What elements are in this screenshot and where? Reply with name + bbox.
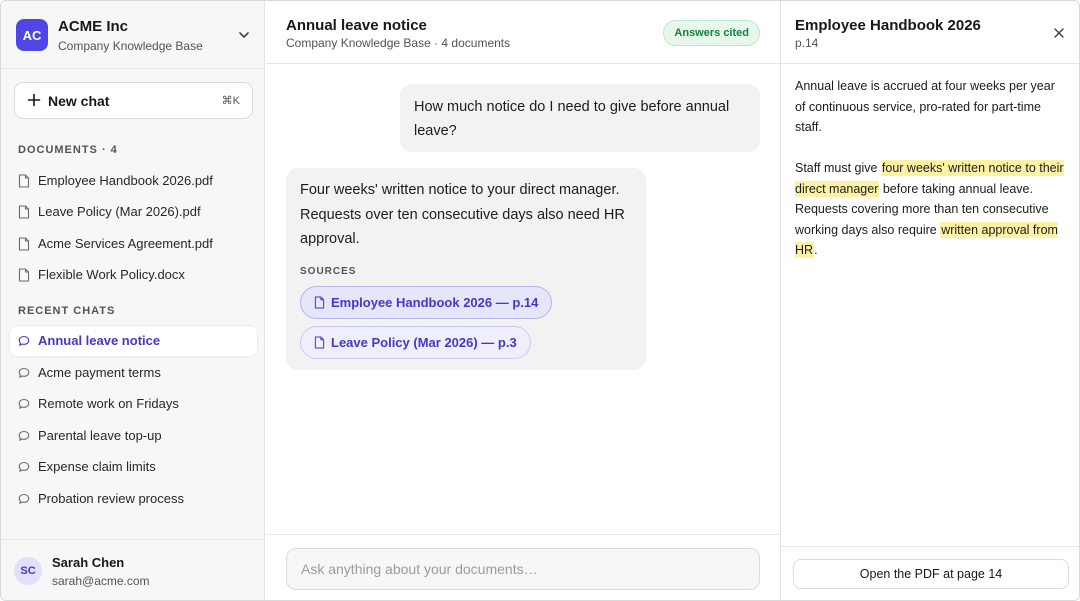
sidebar: AC ACME Inc Company Knowledge Base New c… [1,1,265,600]
chat-bubble-icon [18,461,30,472]
panel-footer: Open the PDF at page 14 [781,546,1079,600]
document-item[interactable]: Flexible Work Policy.docx [10,260,257,290]
excerpt-paragraph-highlighted: Staff must give four weeks' written noti… [795,158,1067,261]
assistant-message: Four weeks' written notice to your direc… [286,168,646,370]
chat-item[interactable]: Expense claim limits [10,452,257,482]
document-item[interactable]: Leave Policy (Mar 2026).pdf [10,197,257,227]
document-item[interactable]: Employee Handbook 2026.pdf [10,166,257,196]
documents-heading: DOCUMENTS · 4 [18,144,118,156]
message-input[interactable] [286,548,760,590]
panel-excerpt: Annual leave is accrued at four weeks pe… [795,76,1067,281]
chat-item[interactable]: Probation review process [10,484,257,514]
sources-label: SOURCES [300,266,357,277]
chat-item-label: Parental leave top-up [38,428,162,443]
chat-bubble-icon [18,398,30,409]
user-name: Sarah Chen [52,555,125,570]
plus-icon [27,93,41,107]
chat-bubble-icon [18,335,30,346]
shortcut-hint: ⌘K [221,95,240,107]
status-badge: Answers cited [663,20,760,46]
chat-header: Annual leave notice Company Knowledge Ba… [266,1,780,64]
file-icon [18,237,30,251]
panel-header: Employee Handbook 2026 p.14 [781,1,1079,64]
panel-title: Employee Handbook 2026 [795,17,981,34]
document-name: Leave Policy (Mar 2026).pdf [38,204,201,219]
excerpt-text: . [814,243,818,257]
avatar: SC [14,557,42,585]
app-window: AC ACME Inc Company Knowledge Base New c… [0,0,1080,601]
file-icon [18,268,30,282]
chat-item-active[interactable]: Annual leave notice [10,326,257,356]
workspace-subtitle: Company Knowledge Base [58,39,203,53]
document-preview-panel: Employee Handbook 2026 p.14 Annual leave… [780,1,1079,600]
recent-chats-heading: RECENT CHATS [18,305,116,317]
user-message: How much notice do I need to give before… [400,84,760,152]
chat-item[interactable]: Parental leave top-up [10,421,257,451]
new-chat-button[interactable]: New chat ⌘K [14,82,253,119]
chat-item-label: Remote work on Fridays [38,396,179,411]
chat-item-label: Expense claim limits [38,459,156,474]
user-profile[interactable]: SC Sarah Chen sarah@acme.com [1,539,265,600]
panel-page: p.14 [795,36,819,50]
user-email: sarah@acme.com [52,574,150,588]
chat-bubble-icon [18,367,30,378]
excerpt-text: Staff must give [795,161,881,175]
workspace-switcher[interactable]: AC ACME Inc Company Knowledge Base [1,1,265,69]
chat-item-label: Acme payment terms [38,365,161,380]
chat-bubble-icon [18,493,30,504]
source-chip[interactable]: Leave Policy (Mar 2026) — p.3 [300,326,531,359]
workspace-name: ACME Inc [58,18,129,35]
chat-item-label: Probation review process [38,491,184,506]
document-name: Flexible Work Policy.docx [38,267,185,282]
excerpt-paragraph: Annual leave is accrued at four weeks pe… [795,79,1055,134]
document-name: Employee Handbook 2026.pdf [38,173,213,188]
chat-subtitle: Company Knowledge Base · 4 documents [286,36,511,50]
source-chip-label: Leave Policy (Mar 2026) — p.3 [331,335,517,350]
open-pdf-button[interactable]: Open the PDF at page 14 [793,559,1069,589]
chevron-down-icon[interactable] [238,30,250,40]
document-name: Acme Services Agreement.pdf [38,236,213,251]
document-item[interactable]: Acme Services Agreement.pdf [10,229,257,259]
chat-item[interactable]: Acme payment terms [10,358,257,388]
file-icon [18,174,30,188]
chat-title: Annual leave notice [286,17,427,34]
chat-item[interactable]: Remote work on Fridays [10,389,257,419]
close-icon[interactable] [1053,27,1065,39]
file-icon [314,296,325,309]
file-icon [18,205,30,219]
file-icon [314,336,325,349]
chat-bubble-icon [18,430,30,441]
assistant-message-text: Four weeks' written notice to your direc… [300,182,625,247]
workspace-avatar: AC [16,19,48,51]
source-chip-label: Employee Handbook 2026 — p.14 [331,295,539,310]
source-chip-active[interactable]: Employee Handbook 2026 — p.14 [300,286,553,319]
chat-area: Annual leave notice Company Knowledge Ba… [266,1,780,600]
new-chat-label: New chat [48,93,110,109]
chat-item-label: Annual leave notice [38,333,161,348]
composer-bar [266,534,780,600]
